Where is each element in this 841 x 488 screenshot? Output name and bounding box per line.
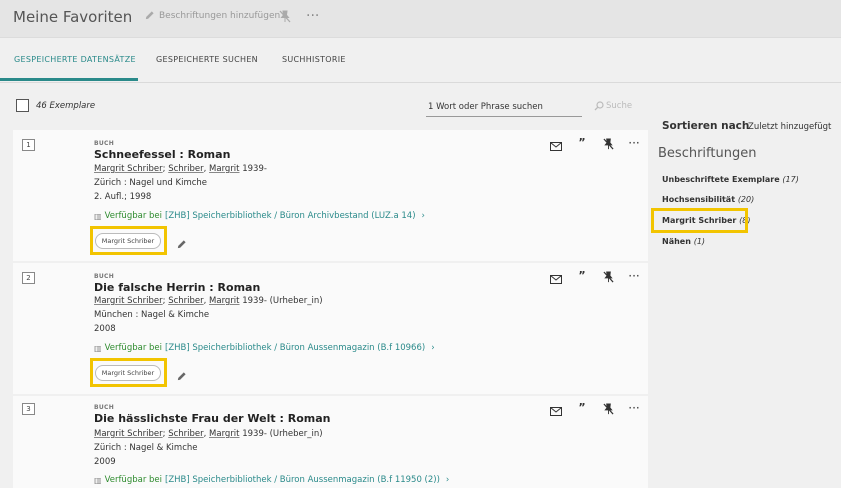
author-dates: 1939- (Urheber_in) [239,296,323,306]
label-filter-naehen[interactable]: Nähen (1) [662,237,705,246]
record-number: 2 [22,272,35,284]
label-highlight [651,208,748,233]
pin-off-icon[interactable] [595,401,621,420]
item-count: 46 Exemplare [36,101,96,111]
book-icon: ▥ [94,475,102,485]
label-tag[interactable]: Margrit Schriber [95,365,161,381]
sort-label: Sortieren nach [662,120,750,132]
record-number: 1 [22,139,35,151]
email-icon[interactable] [543,269,569,288]
pencil-icon [145,11,154,20]
record-type: BUCH [94,404,115,411]
more-icon[interactable]: ··· [621,136,647,155]
chevron-right-icon: › [421,211,425,221]
record-type: BUCH [94,140,115,147]
chevron-right-icon: › [445,475,450,485]
availability-link[interactable]: ▥ Verfügbar bei [ZHB] Speicherbibliothek… [94,475,449,485]
author-dates: 1939- [239,164,267,174]
record-edition: 2009 [94,457,116,467]
author-link[interactable]: Schriber [168,296,203,306]
search-input[interactable] [426,98,582,117]
chevron-right-icon: › [431,343,435,353]
availability-location: [ZHB] Speicherbibliothek / Büron Aussenm… [165,475,440,485]
record-authors: Margrit Schriber; Schriber, Margrit 1939… [94,296,323,306]
author-link[interactable]: Margrit Schriber [94,164,163,174]
availability-link[interactable]: ▥ Verfügbar bei [ZHB] Speicherbibliothek… [94,211,425,221]
book-icon: ▥ [94,211,102,221]
record-title[interactable]: Die falsche Herrin : Roman [94,281,260,294]
record-number: 3 [22,403,35,415]
record-item[interactable]: 3 BUCH Die hässlichste Frau der Welt : R… [13,396,648,488]
label-filter-unlabeled[interactable]: Unbeschriftete Exemplare (17) [662,175,799,184]
author-link[interactable]: Margrit Schriber [94,296,163,306]
record-actions: ” ··· [543,401,647,420]
author-link[interactable]: Margrit [209,296,239,306]
availability-location: [ZHB] Speicherbibliothek / Büron Archivb… [165,211,416,221]
record-actions: ” ··· [543,269,647,288]
availability-link[interactable]: ▥ Verfügbar bei [ZHB] Speicherbibliothek… [94,343,435,353]
record-item[interactable]: 1 BUCH Schneefessel : Roman Margrit Schr… [13,130,648,261]
record-publisher: Zürich : Nagel & Kimche [94,443,198,453]
availability-status: Verfügbar bei [104,475,163,485]
author-link[interactable]: Margrit [209,429,239,439]
author-link[interactable]: Margrit [209,164,239,174]
email-icon[interactable] [543,136,569,155]
page-header: Meine Favoriten Beschriftungen hinzufüge… [0,0,841,38]
availability-location: [ZHB] Speicherbibliothek / Büron Aussenm… [165,343,426,353]
record-type: BUCH [94,273,115,280]
record-publisher: München : Nagel & Kimche [94,310,210,320]
pin-off-icon [279,10,291,23]
label-filter-name: Hochsensibilität [662,195,736,204]
tab-saved-records[interactable]: GESPEICHERTE DATENSÄTZE [14,55,136,64]
email-icon[interactable] [543,401,569,420]
pencil-icon[interactable] [176,367,187,386]
pin-off-icon[interactable] [595,136,621,155]
record-actions: ” ··· [543,136,647,155]
search-button[interactable]: Suche [594,101,632,111]
label-filter-count: (20) [737,195,755,204]
label-tag[interactable]: Margrit Schriber [95,233,161,249]
quote-icon[interactable]: ” [569,269,595,288]
author-dates: 1939- (Urheber_in) [239,429,323,439]
record-publisher: Zürich : Nagel und Kimche [94,178,208,188]
add-labels-button[interactable]: Beschriftungen hinzufügen [144,10,280,21]
active-tab-indicator [0,78,138,81]
tab-bar: GESPEICHERTE DATENSÄTZE GESPEICHERTE SUC… [0,38,841,83]
unpin-all-button[interactable] [279,9,291,28]
label-filter-name: Unbeschriftete Exemplare [662,175,780,184]
label-filter-hochsensibilitaet[interactable]: Hochsensibilität (20) [662,195,754,204]
page-title: Meine Favoriten [13,8,133,26]
availability-status: Verfügbar bei [104,211,163,221]
pin-off-icon[interactable] [595,269,621,288]
pencil-icon[interactable] [176,235,187,254]
availability-status: Verfügbar bei [104,343,163,353]
search-button-label: Suche [606,101,633,111]
sort-select[interactable]: Zuletzt hinzugefügt [748,122,831,132]
quote-icon[interactable]: ” [569,136,595,155]
author-link[interactable]: Schriber [168,164,203,174]
labels-heading: Beschriftungen [658,146,757,161]
tab-saved-searches[interactable]: GESPEICHERTE SUCHEN [156,55,258,64]
tab-search-history[interactable]: SUCHHISTORIE [282,55,346,64]
label-filter-count: (1) [693,237,706,246]
more-icon[interactable]: ··· [621,401,647,420]
author-link[interactable]: Margrit Schriber [94,429,163,439]
quote-icon[interactable]: ” [569,401,595,420]
record-edition: 2008 [94,324,116,334]
search-icon [594,101,604,111]
label-filter-name: Nähen [662,237,691,246]
record-edition: 2. Aufl.; 1998 [94,192,152,202]
label-filter-count: (17) [782,175,799,184]
book-icon: ▥ [94,343,102,353]
record-item[interactable]: 2 BUCH Die falsche Herrin : Roman Margri… [13,263,648,394]
record-title[interactable]: Die hässlichste Frau der Welt : Roman [94,412,330,425]
record-authors: Margrit Schriber; Schriber, Margrit 1939… [94,164,267,174]
select-all-checkbox[interactable] [16,99,29,112]
more-icon[interactable]: ··· [621,269,647,288]
more-icon[interactable]: ··· [306,8,319,24]
record-title[interactable]: Schneefessel : Roman [94,148,230,161]
record-authors: Margrit Schriber; Schriber, Margrit 1939… [94,429,323,439]
author-link[interactable]: Schriber [168,429,203,439]
add-labels-label: Beschriftungen hinzufügen [159,10,281,21]
